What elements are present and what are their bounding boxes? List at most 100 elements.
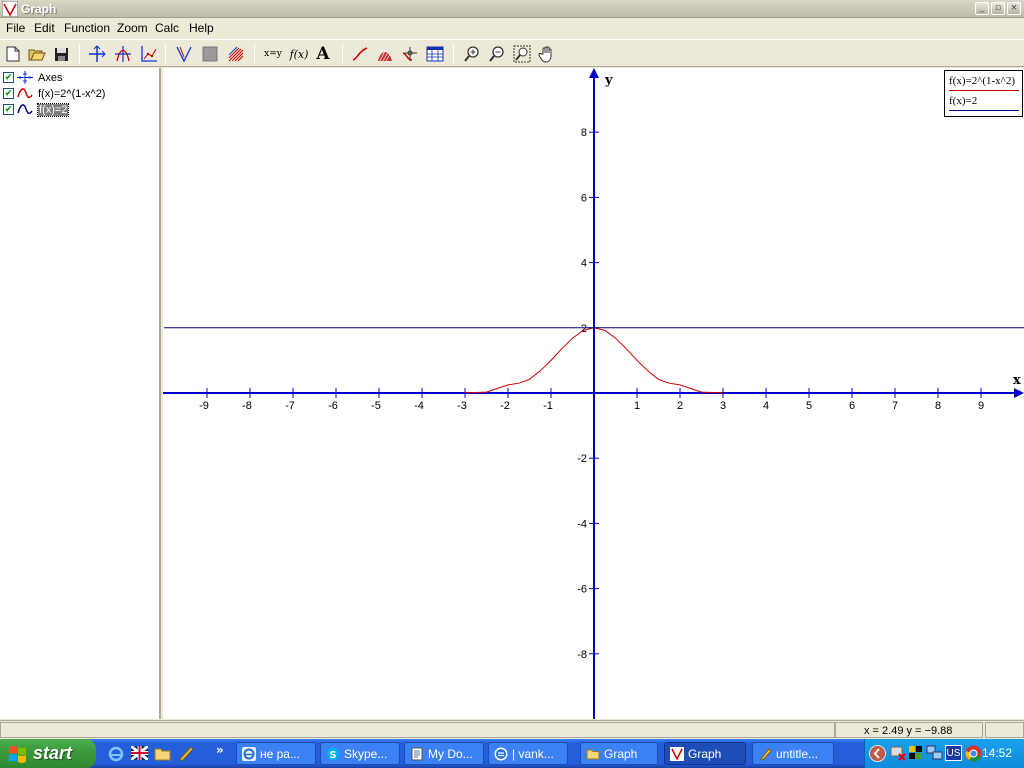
taskbar-item-graph-folder[interactable]: Graph xyxy=(580,742,658,765)
menu-calc[interactable]: Calc xyxy=(155,21,179,35)
folder-quicklaunch-icon[interactable] xyxy=(154,746,171,761)
zoom-window-icon[interactable] xyxy=(511,43,533,65)
function-item-axes[interactable]: ✔ Axes xyxy=(3,70,62,85)
uk-flag-icon[interactable] xyxy=(131,746,148,760)
open-folder-icon[interactable] xyxy=(26,43,48,65)
windows-logo-icon xyxy=(9,745,26,763)
taskbar-label-graph-app: Graph xyxy=(688,746,722,761)
axes-icon[interactable] xyxy=(86,43,108,65)
taskbar-label-ie: не ра... xyxy=(260,746,300,761)
start-label: start xyxy=(33,743,73,763)
window-title: Graph xyxy=(21,2,57,16)
font-icon[interactable]: A xyxy=(312,43,334,65)
start-button[interactable]: start xyxy=(0,739,96,768)
x-tick-label: -9 xyxy=(199,400,209,412)
x-tick-label: 9 xyxy=(978,400,984,412)
taskbar: start » не ра... S Skype... My Do... | v… xyxy=(0,739,1024,768)
menu-function[interactable]: Function xyxy=(64,21,110,35)
integral-area-icon[interactable] xyxy=(374,43,396,65)
clock: 14:52 xyxy=(981,746,1012,760)
evaluate-icon[interactable] xyxy=(399,43,421,65)
xy-text-icon[interactable]: x=y xyxy=(262,43,284,65)
blue-curve-icon xyxy=(17,104,33,115)
network-computers-icon[interactable] xyxy=(926,745,943,761)
close-button[interactable]: × xyxy=(1007,2,1021,15)
x-tick-label: -2 xyxy=(500,400,510,412)
legend-entry-f2: f(x)=2 xyxy=(949,95,978,107)
function-list-panel: ✔ Axes ✔ f(x)=2^(1-x^2) ✔ f(x)=2 xyxy=(0,68,161,719)
x-tick-label: 8 xyxy=(935,400,941,412)
folder-icon xyxy=(586,749,600,759)
chrome-icon[interactable] xyxy=(965,745,982,762)
x-tick-label: 5 xyxy=(806,400,812,412)
function-item-f1[interactable]: ✔ f(x)=2^(1-x^2) xyxy=(3,86,105,101)
graph-app-icon xyxy=(670,746,684,761)
f1-checkbox[interactable]: ✔ xyxy=(3,88,14,99)
ie-quicklaunch-icon[interactable] xyxy=(108,746,124,762)
new-file-icon[interactable] xyxy=(2,43,24,65)
axes-checkbox[interactable]: ✔ xyxy=(3,72,14,83)
menu-zoom[interactable]: Zoom xyxy=(117,21,148,35)
taskbar-item-chat[interactable]: | vank... xyxy=(488,742,568,765)
shading-icon[interactable] xyxy=(199,43,221,65)
taskbar-label-mydoc: My Do... xyxy=(428,746,473,761)
word-document-icon xyxy=(411,747,423,760)
red-curve-icon xyxy=(17,88,33,99)
x-tick-label: 2 xyxy=(677,400,683,412)
taskbar-item-graph-app[interactable]: Graph xyxy=(664,742,746,765)
system-tray: US 14:52 xyxy=(864,739,1024,768)
x-tick-label: 1 xyxy=(634,400,640,412)
pan-hand-icon[interactable] xyxy=(536,43,558,65)
x-tick-label: 4 xyxy=(763,400,769,412)
trendline-icon[interactable] xyxy=(349,43,371,65)
function-item-f2[interactable]: ✔ f(x)=2 xyxy=(3,102,70,117)
skype-icon: S xyxy=(326,747,340,761)
x-axis-label: x xyxy=(1013,373,1021,388)
graph-app-icon xyxy=(2,1,18,17)
x-tick-label: 6 xyxy=(849,400,855,412)
y-tick-label: 4 xyxy=(581,258,587,270)
paint-icon xyxy=(760,747,772,761)
table-icon[interactable] xyxy=(424,43,446,65)
menu-edit[interactable]: Edit xyxy=(34,21,55,35)
add-point-series-icon[interactable] xyxy=(138,43,160,65)
menu-help[interactable]: Help xyxy=(189,21,214,35)
x-tick-label: 7 xyxy=(892,400,898,412)
tray-collapse-icon[interactable] xyxy=(869,745,886,762)
language-indicator[interactable]: US xyxy=(945,745,962,761)
taskbar-item-skype[interactable]: S Skype... xyxy=(320,742,400,765)
x-tick-label: -1 xyxy=(543,400,553,412)
antivirus-icon[interactable] xyxy=(908,745,924,761)
taskbar-item-paint[interactable]: untitle... xyxy=(752,742,834,765)
menu-file[interactable]: File xyxy=(6,21,25,35)
y-axis-arrow xyxy=(589,68,599,78)
title-bar[interactable]: Graph _ ▫ × xyxy=(0,0,1024,18)
x-tick-label: -7 xyxy=(285,400,295,412)
tangent-icon[interactable] xyxy=(173,43,195,65)
f2-checkbox[interactable]: ✔ xyxy=(3,104,14,115)
legend[interactable]: f(x)=2^(1-x^2) f(x)=2 xyxy=(944,70,1023,117)
taskbar-item-ie[interactable]: не ра... xyxy=(236,742,316,765)
x-tick-label: -5 xyxy=(371,400,381,412)
taskbar-label-paint: untitle... xyxy=(776,746,819,761)
graph-plot-area[interactable]: x y -9 -8 -7 -6 -5 -4 -3 -2 -1 1 2 3 4 5 6 7 8 9 8 6 4 2 -2 -4 -6 -… xyxy=(163,68,1024,719)
graph-svg[interactable]: x y -9 -8 -7 -6 -5 -4 -3 -2 -1 1 2 3 4 5 6 7 8 9 8 6 4 2 -2 -4 -6 -… xyxy=(163,68,1024,719)
fx-text-icon[interactable]: f(x) xyxy=(288,43,310,65)
add-function-icon[interactable] xyxy=(112,43,134,65)
save-icon[interactable] xyxy=(50,43,72,65)
quicklaunch-more-icon[interactable]: » xyxy=(216,743,224,757)
network-disconnected-icon[interactable] xyxy=(890,745,906,761)
relation-icon[interactable] xyxy=(225,43,247,65)
taskbar-label-chat: | vank... xyxy=(512,746,554,761)
toolbar: x=y f(x) A xyxy=(0,39,1024,67)
taskbar-item-mydoc[interactable]: My Do... xyxy=(404,742,484,765)
zoom-in-icon[interactable] xyxy=(461,43,483,65)
x-tick-label: -6 xyxy=(328,400,338,412)
zoom-out-icon[interactable] xyxy=(486,43,508,65)
restore-button[interactable]: ▫ xyxy=(991,2,1005,15)
minimize-button[interactable]: _ xyxy=(975,2,989,15)
status-message-panel xyxy=(0,722,835,738)
paint-quicklaunch-icon[interactable] xyxy=(177,745,195,762)
y-tick-label: -8 xyxy=(577,649,587,661)
y-tick-label: 2 xyxy=(581,323,587,335)
